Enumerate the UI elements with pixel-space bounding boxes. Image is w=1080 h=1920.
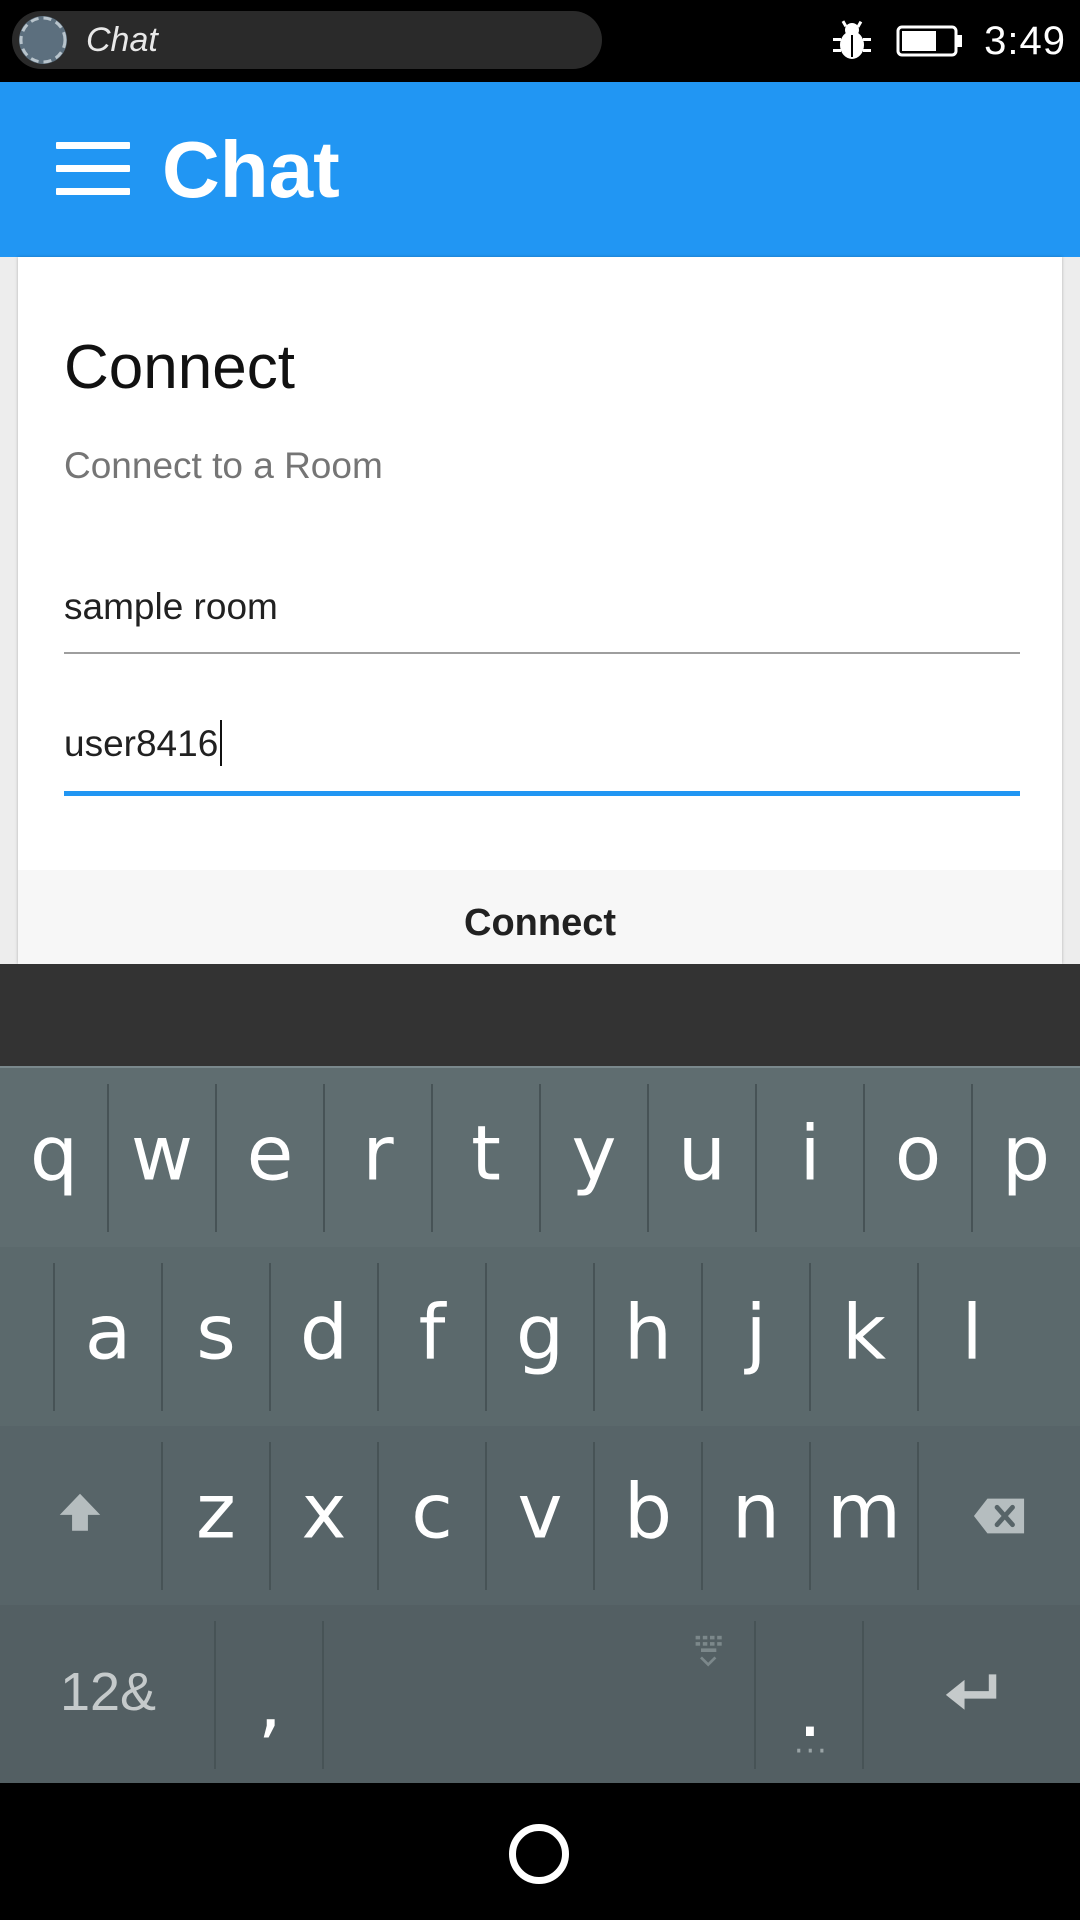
debug-bug-icon <box>833 20 872 59</box>
comma-key[interactable]: , <box>216 1605 324 1785</box>
key-separator <box>971 1084 973 1232</box>
key-separator <box>809 1442 811 1590</box>
keyboard-row-4: 12& , . ··· <box>0 1605 1080 1785</box>
period-more-hint: ··· <box>794 1734 829 1769</box>
key-separator <box>863 1084 865 1232</box>
app-bar: Chat <box>0 82 1080 257</box>
key-separator <box>215 1084 217 1232</box>
battery-icon <box>896 25 963 57</box>
key-t[interactable]: t <box>432 1068 540 1247</box>
key-separator <box>593 1263 595 1411</box>
keyboard-row-2: asdfghjkl <box>0 1247 1080 1426</box>
key-s[interactable]: s <box>162 1247 270 1426</box>
key-p[interactable]: p <box>972 1068 1080 1247</box>
connect-card: Connect Connect to a Room sample room us… <box>18 257 1062 964</box>
key-a[interactable]: a <box>54 1247 162 1426</box>
text-cursor <box>220 720 223 766</box>
key-r[interactable]: r <box>324 1068 432 1247</box>
key-separator <box>701 1263 703 1411</box>
key-o[interactable]: o <box>864 1068 972 1247</box>
room-field-underline <box>64 652 1020 654</box>
key-z[interactable]: z <box>162 1426 270 1605</box>
keyboard-hide-icon <box>695 1635 722 1667</box>
key-separator <box>539 1084 541 1232</box>
key-m[interactable]: m <box>810 1426 918 1605</box>
key-separator <box>269 1263 271 1411</box>
enter-key[interactable] <box>864 1605 1080 1785</box>
key-separator <box>377 1263 379 1411</box>
hamburger-menu-icon[interactable] <box>56 142 130 196</box>
key-k[interactable]: k <box>810 1247 918 1426</box>
key-separator <box>161 1442 163 1590</box>
card-subtitle: Connect to a Room <box>64 445 383 486</box>
key-separator <box>377 1442 379 1590</box>
backspace-key[interactable] <box>918 1426 1080 1605</box>
key-separator <box>485 1263 487 1411</box>
shift-key[interactable] <box>0 1426 162 1605</box>
main-content: Connect Connect to a Room sample room us… <box>0 257 1080 964</box>
key-separator <box>107 1084 109 1232</box>
key-separator <box>431 1084 433 1232</box>
key-separator <box>269 1442 271 1590</box>
backspace-icon <box>973 1498 1025 1534</box>
key-y[interactable]: y <box>540 1068 648 1247</box>
notification-text: Chat <box>86 21 158 59</box>
card-title: Connect <box>64 333 295 402</box>
key-j[interactable]: j <box>702 1247 810 1426</box>
key-separator <box>647 1084 649 1232</box>
status-icons: 3:49 <box>830 0 1066 82</box>
username-field-underline <box>64 791 1020 796</box>
key-i[interactable]: i <box>756 1068 864 1247</box>
key-v[interactable]: v <box>486 1426 594 1605</box>
key-b[interactable]: b <box>594 1426 702 1605</box>
space-key[interactable] <box>324 1605 756 1785</box>
key-separator <box>701 1442 703 1590</box>
key-separator <box>53 1263 55 1411</box>
shift-arrow-icon <box>59 1493 101 1531</box>
key-h[interactable]: h <box>594 1247 702 1426</box>
key-g[interactable]: g <box>486 1247 594 1426</box>
navigation-bar <box>0 1783 1080 1920</box>
symbols-key[interactable]: 12& <box>0 1605 216 1785</box>
keyboard-row-3: zxcvbnm <box>0 1426 1080 1605</box>
key-separator <box>485 1442 487 1590</box>
key-separator <box>755 1084 757 1232</box>
key-separator <box>917 1263 919 1411</box>
key-c[interactable]: c <box>378 1426 486 1605</box>
room-name-value: sample room <box>64 586 278 627</box>
keyboard-row-1: qwertyuiop <box>0 1068 1080 1247</box>
key-d[interactable]: d <box>270 1247 378 1426</box>
soft-keyboard: qwertyuiop asdfghjkl zxcvbnm 12& , . ··· <box>0 1066 1080 1785</box>
notification-pill[interactable]: Chat <box>12 11 602 69</box>
enter-return-icon <box>945 1674 997 1710</box>
key-x[interactable]: x <box>270 1426 378 1605</box>
status-clock: 3:49 <box>984 18 1066 63</box>
connect-button[interactable]: Connect <box>18 870 1062 964</box>
key-u[interactable]: u <box>648 1068 756 1247</box>
key-l[interactable]: l <box>918 1247 1026 1426</box>
username-field[interactable]: user8416 <box>64 719 1020 796</box>
loading-spinner-icon <box>19 16 67 64</box>
key-f[interactable]: f <box>378 1247 486 1426</box>
app-title: Chat <box>162 125 340 214</box>
key-n[interactable]: n <box>702 1426 810 1605</box>
status-bar: Chat 3:49 <box>0 0 1080 82</box>
key-w[interactable]: w <box>108 1068 216 1247</box>
key-separator <box>917 1442 919 1590</box>
room-name-field[interactable]: sample room <box>64 582 1020 654</box>
key-separator <box>323 1084 325 1232</box>
card-actions: Connect <box>18 870 1062 964</box>
home-button[interactable] <box>509 1824 569 1884</box>
period-key[interactable]: . ··· <box>756 1605 864 1785</box>
key-separator <box>593 1442 595 1590</box>
keyboard-suggestion-strip <box>0 964 1080 1066</box>
key-separator <box>809 1263 811 1411</box>
key-q[interactable]: q <box>0 1068 108 1247</box>
username-value: user8416 <box>64 723 219 764</box>
key-e[interactable]: e <box>216 1068 324 1247</box>
key-separator <box>161 1263 163 1411</box>
